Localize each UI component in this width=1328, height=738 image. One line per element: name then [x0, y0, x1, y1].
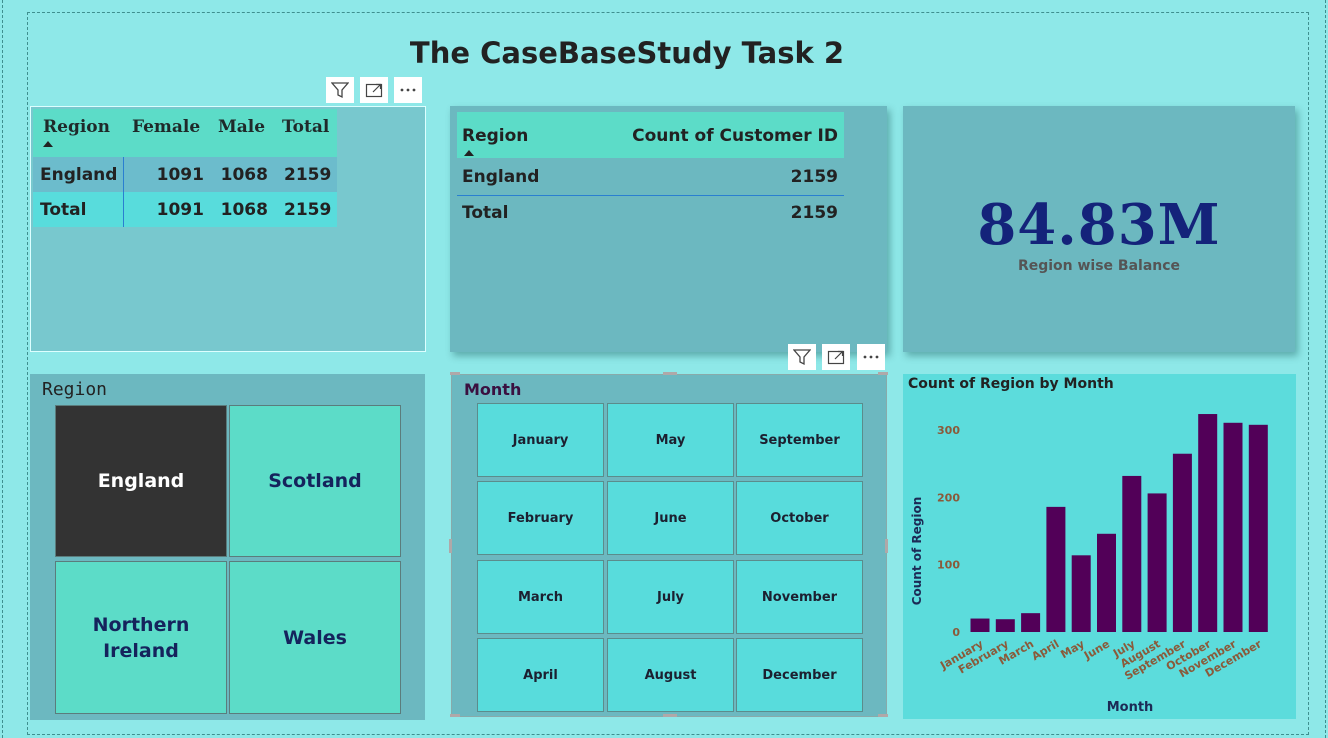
more-options-icon — [400, 88, 416, 92]
bar-april[interactable] — [1046, 506, 1066, 632]
total-female: 1091 — [156, 199, 204, 220]
row-female: 1091 — [156, 164, 204, 185]
bar-october[interactable] — [1198, 414, 1218, 632]
month-tile-september[interactable]: September — [736, 403, 863, 477]
region-tile-northern-ireland[interactable]: Northern Ireland — [55, 561, 227, 714]
resize-handle[interactable] — [663, 714, 677, 717]
bar-may[interactable] — [1071, 555, 1091, 632]
filter-icon — [793, 349, 811, 366]
resize-handle[interactable] — [450, 372, 460, 375]
month-tile-january[interactable]: January — [477, 403, 604, 477]
y-axis-label: Count of Region — [910, 497, 924, 606]
more-options-button[interactable] — [857, 344, 885, 370]
month-tile-june[interactable]: June — [607, 481, 734, 555]
chart-plot: 0100200300Count of RegionJanuaryFebruary… — [910, 414, 1268, 715]
bar-february[interactable] — [995, 619, 1015, 632]
filter-button[interactable] — [326, 77, 354, 103]
month-tile-july[interactable]: July — [607, 560, 734, 634]
table-row-total[interactable]: Total 2159 — [457, 196, 844, 230]
bar-july[interactable] — [1122, 475, 1142, 632]
bar-december[interactable] — [1248, 424, 1268, 632]
y-tick-label: 300 — [937, 424, 960, 437]
focus-mode-icon — [365, 83, 383, 98]
region-tile-wales[interactable]: Wales — [229, 561, 401, 714]
region-slicer[interactable]: Region England Scotland Northern Ireland… — [30, 374, 425, 720]
resize-handle[interactable] — [450, 714, 460, 717]
matrix-header-total[interactable]: Total — [274, 109, 337, 157]
row-count: 2159 — [790, 167, 838, 187]
customer-count-table-visual[interactable]: Region Count of Customer ID England 2159… — [450, 106, 887, 352]
region-tile-scotland[interactable]: Scotland — [229, 405, 401, 557]
focus-mode-icon — [827, 350, 845, 365]
kpi-value: 84.83M — [977, 192, 1221, 258]
month-bar-chart[interactable]: Count of Region by Month 0 100 200 300 Count… — [903, 374, 1296, 719]
x-tick-label: April — [1029, 637, 1061, 663]
y-tick-label: 200 — [937, 491, 960, 504]
row-male: 1068 — [220, 164, 268, 185]
sort-ascending-icon — [464, 150, 474, 156]
month-tile-february[interactable]: February — [477, 481, 604, 555]
y-tick-label: 100 — [937, 559, 960, 572]
total-male: 1068 — [220, 199, 268, 220]
resize-handle[interactable] — [878, 372, 888, 375]
bar-november[interactable] — [1223, 422, 1243, 632]
row-region: England — [462, 167, 540, 187]
gender-matrix-table: Region Female Male Total England 1091 10… — [33, 109, 338, 227]
month-tile-november[interactable]: November — [736, 560, 863, 634]
table-row[interactable]: England 2159 — [457, 161, 844, 196]
resize-handle[interactable] — [878, 714, 888, 717]
matrix-header-region[interactable]: Region — [33, 109, 124, 157]
total-label: Total — [462, 203, 509, 223]
y-tick-label: 0 — [952, 626, 960, 639]
row-total: 2159 — [284, 164, 332, 185]
filter-icon — [331, 82, 349, 99]
bar-august[interactable] — [1147, 493, 1167, 632]
gender-matrix-visual[interactable]: Region Female Male Total England 1091 10… — [30, 106, 426, 352]
matrix-header-female[interactable]: Female — [124, 109, 210, 157]
matrix-header-row: Region Female Male Total — [33, 109, 338, 157]
month-tile-march[interactable]: March — [477, 560, 604, 634]
month-tile-may[interactable]: May — [607, 403, 734, 477]
resize-handle[interactable] — [885, 539, 888, 553]
month-tile-april[interactable]: April — [477, 638, 604, 712]
focus-mode-button[interactable] — [822, 344, 850, 370]
bar-june[interactable] — [1097, 533, 1116, 632]
table-header-region[interactable]: Region — [462, 126, 528, 146]
matrix-header-region-label: Region — [43, 117, 110, 137]
page-title: The CaseBaseStudy Task 2 — [409, 36, 845, 70]
bar-march[interactable] — [1021, 613, 1041, 632]
table-header-row: Region Count of Customer ID — [457, 112, 844, 158]
region-slicer-title: Region — [42, 379, 108, 400]
resize-handle[interactable] — [449, 539, 452, 553]
sort-ascending-icon — [43, 141, 53, 147]
month-tile-december[interactable]: December — [736, 638, 863, 712]
more-options-button[interactable] — [394, 77, 422, 103]
total-count: 2159 — [790, 203, 838, 223]
kpi-label: Region wise Balance — [1017, 258, 1181, 274]
total-total: 2159 — [284, 199, 332, 220]
row-region: England — [33, 157, 125, 192]
focus-mode-button[interactable] — [360, 77, 388, 103]
table-row-total[interactable]: Total 1091 1068 2159 — [33, 192, 338, 227]
matrix-header-male[interactable]: Male — [210, 109, 274, 157]
bar-september[interactable] — [1172, 453, 1192, 632]
x-tick-label: June — [1081, 637, 1112, 662]
total-label: Total — [33, 192, 125, 227]
more-options-icon — [863, 355, 879, 359]
resize-handle[interactable] — [663, 372, 677, 375]
x-tick-label: May — [1058, 637, 1086, 661]
filter-button[interactable] — [788, 344, 816, 370]
month-tile-august[interactable]: August — [607, 638, 734, 712]
month-tile-october[interactable]: October — [736, 481, 863, 555]
month-slicer-title: Month — [464, 380, 522, 399]
balance-kpi-card[interactable]: 84.83M Region wise Balance — [903, 106, 1295, 352]
bar-january[interactable] — [970, 618, 990, 632]
table-row[interactable]: England 1091 1068 2159 — [33, 157, 338, 192]
x-axis-label: Month — [1107, 700, 1154, 715]
month-slicer[interactable]: Month January May September February June Oct… — [451, 374, 887, 717]
region-tile-england[interactable]: England — [55, 405, 227, 557]
table-header-count[interactable]: Count of Customer ID — [632, 126, 838, 146]
